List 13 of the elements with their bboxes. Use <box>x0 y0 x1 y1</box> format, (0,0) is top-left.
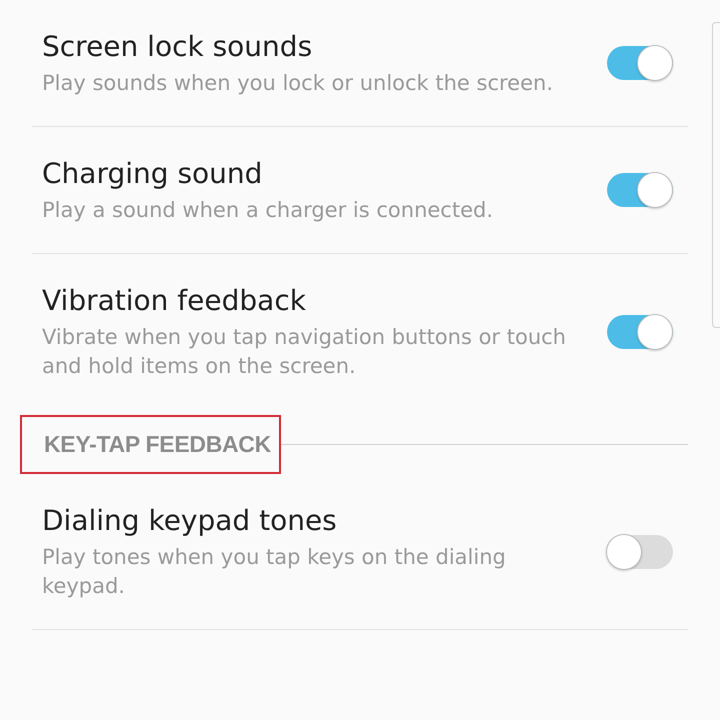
setting-description: Vibrate when you tap navigation buttons or touch and hold items on the screen. <box>42 324 567 380</box>
toggle-switch[interactable] <box>607 46 673 80</box>
toggle-switch[interactable] <box>607 534 673 568</box>
toggle-switch[interactable] <box>607 314 673 348</box>
setting-title: Charging sound <box>42 156 264 192</box>
setting-description: Play sounds when you lock or unlock the screen. <box>42 70 554 97</box>
setting-title: Vibration feedback <box>42 283 307 319</box>
setting-description: Play a sound when a charger is connected. <box>42 197 494 224</box>
section-header: KEY-TAP FEEDBACK <box>20 415 281 474</box>
setting-title: Screen lock sounds <box>42 29 314 65</box>
setting-description: Play tones when you tap keys on the dialing keypad. <box>42 544 507 600</box>
toggle-switch[interactable] <box>607 173 673 207</box>
setting-title: Dialing keypad tones <box>42 503 338 539</box>
